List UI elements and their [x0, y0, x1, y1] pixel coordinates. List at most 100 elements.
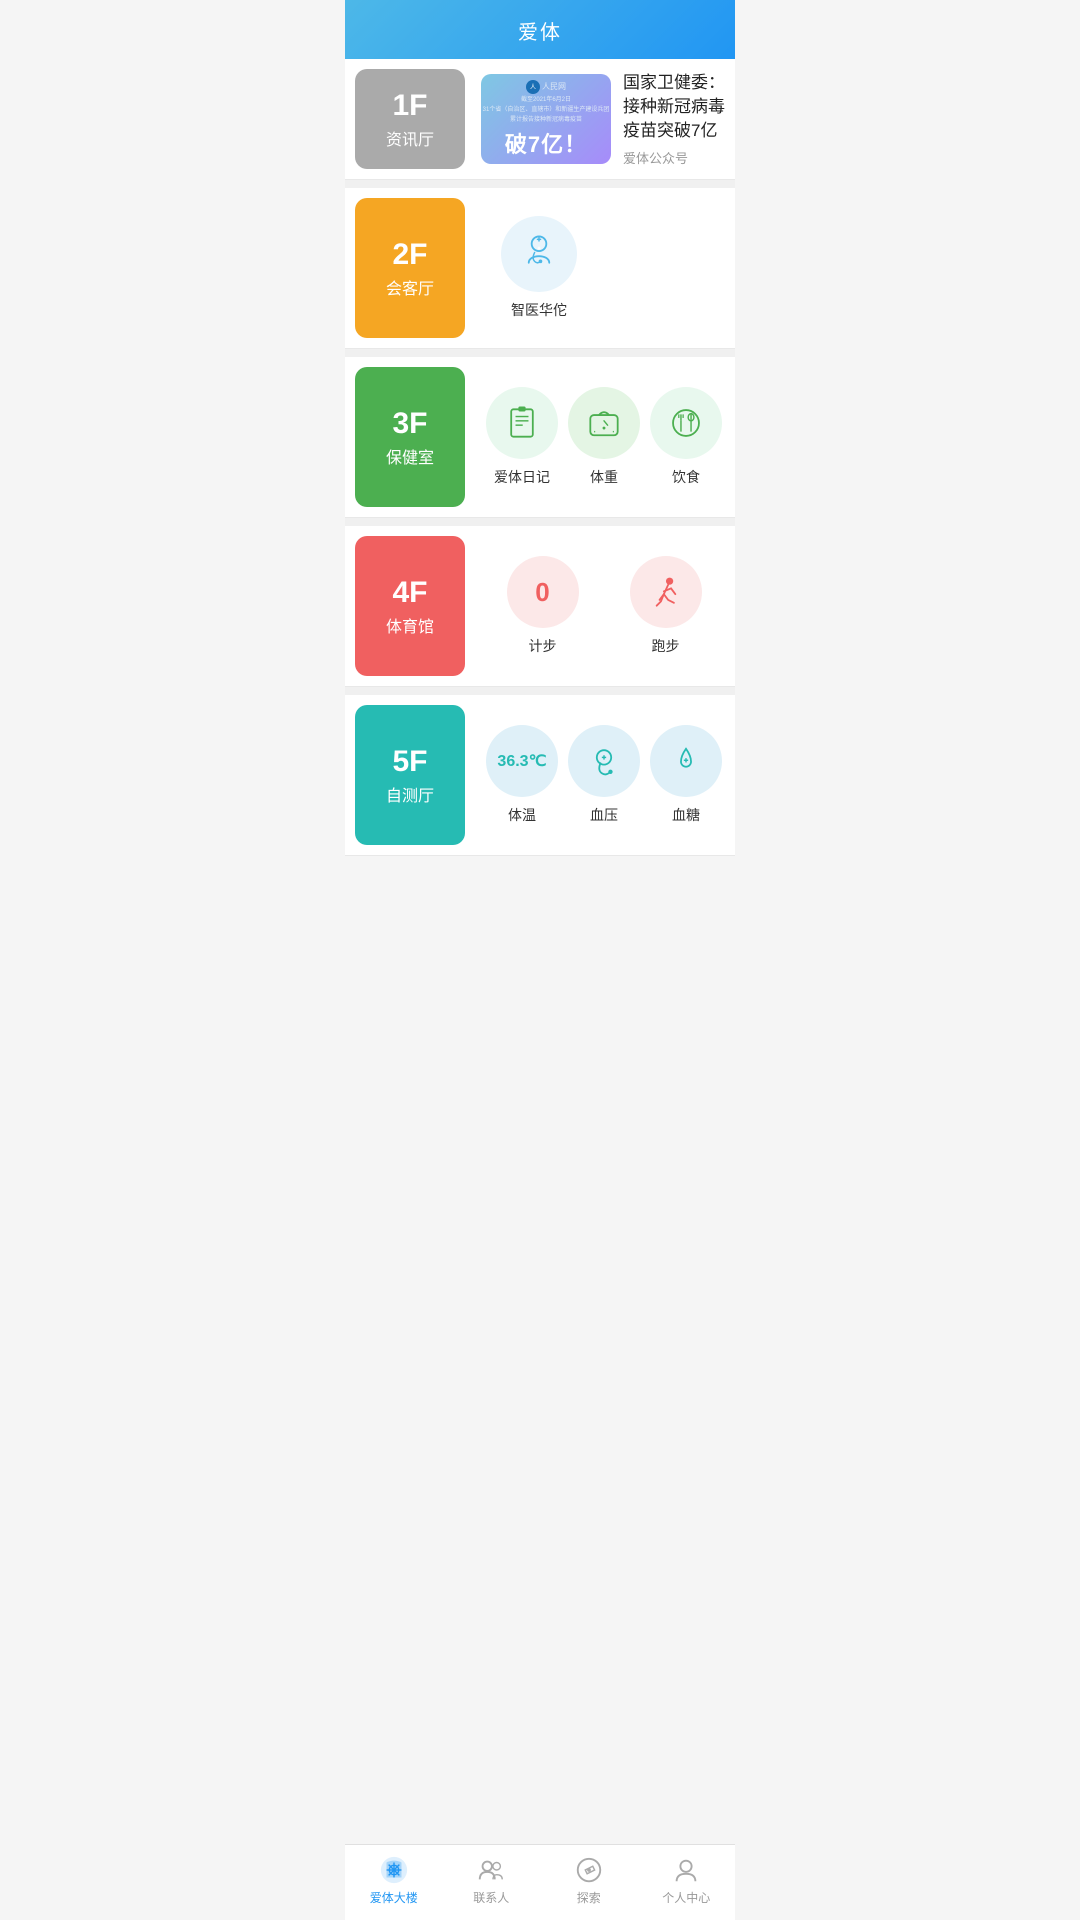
floor-4f-content: 0 计步 跑步 — [473, 526, 735, 686]
bloodsugar-item[interactable]: 血糖 — [645, 715, 727, 835]
floor-4f-num: 4F — [392, 576, 427, 609]
floor-5f-content: 36.3℃ 体温 血压 — [473, 695, 735, 855]
nav-item-building[interactable]: 爱体大楼 — [345, 1855, 443, 1906]
floor-4f-name: 体育馆 — [386, 613, 434, 637]
floor-3f-content: 爱体日记 体重 — [473, 357, 735, 517]
news-logo-text: 人民网 — [542, 81, 566, 92]
bloodpressure-icon-circle — [568, 725, 640, 797]
nav-explore-label: 探索 — [577, 1889, 601, 1906]
doctor-icon-circle — [501, 216, 577, 292]
temperature-item[interactable]: 36.3℃ 体温 — [481, 715, 563, 835]
explore-icon — [574, 1855, 604, 1885]
floor-2f-num: 2F — [392, 238, 427, 271]
contacts-nav-icon — [476, 1855, 506, 1885]
steps-item[interactable]: 0 计步 — [481, 546, 604, 666]
floor-1f: 1F 资讯厅 人 人民网 截至2021年6月2日 31个省（自治区、直辖市）和新… — [345, 59, 735, 180]
app-header: 爱体 — [345, 0, 735, 59]
weight-icon-circle — [568, 387, 640, 459]
floor-5f-label[interactable]: 5F 自测厅 — [355, 705, 465, 845]
nav-item-contacts[interactable]: 联系人 — [443, 1855, 541, 1906]
profile-icon — [671, 1855, 701, 1885]
diary-label: 爱体日记 — [494, 467, 550, 487]
floor-1f-label[interactable]: 1F 资讯厅 — [355, 69, 465, 169]
bloodsugar-icon — [668, 743, 704, 779]
run-item[interactable]: 跑步 — [604, 546, 727, 666]
building-nav-icon — [379, 1855, 409, 1885]
bottom-nav: 爱体大楼 联系人 探索 — [345, 1844, 735, 1920]
floor-2f-label[interactable]: 2F 会客厅 — [355, 198, 465, 338]
news-subtitle1: 截至2021年6月2日 — [521, 96, 571, 104]
news-subtitle2: 31个省（自治区、直辖市）和新疆生产建设兵团 — [483, 106, 610, 114]
weight-icon — [586, 405, 622, 441]
bottom-spacer — [345, 856, 735, 976]
steps-value: 0 — [535, 577, 549, 608]
zhiyi-label: 智医华佗 — [511, 300, 567, 320]
nav-contacts-label: 联系人 — [473, 1889, 509, 1906]
news-image: 人 人民网 截至2021年6月2日 31个省（自治区、直辖市）和新疆生产建设兵团… — [481, 74, 611, 164]
weight-label: 体重 — [590, 467, 618, 487]
bloodsugar-label: 血糖 — [672, 805, 700, 825]
temperature-value: 36.3℃ — [497, 751, 546, 771]
floor-1f-name: 资讯厅 — [386, 126, 434, 150]
news-subtitle3: 累计报告接种新冠病毒疫苗 — [510, 116, 582, 124]
divider-2 — [345, 349, 735, 357]
floor-3f-grid: 爱体日记 体重 — [481, 369, 727, 505]
floor-3f: 3F 保健室 爱体日记 — [345, 357, 735, 518]
contacts-icon — [476, 1855, 506, 1885]
diet-label: 饮食 — [672, 467, 700, 487]
steps-label: 计步 — [529, 636, 557, 656]
news-info: 国家卫健委：接种新冠病毒疫苗突破7亿 爱体公众号 — [623, 71, 727, 167]
divider-4 — [345, 687, 735, 695]
floor-4f-label[interactable]: 4F 体育馆 — [355, 536, 465, 676]
run-label: 跑步 — [652, 636, 680, 656]
news-source: 爱体公众号 — [623, 148, 727, 167]
diary-icon — [504, 405, 540, 441]
renminwang-icon: 人 — [526, 80, 540, 94]
nav-item-explore[interactable]: 探索 — [540, 1855, 638, 1906]
run-icon-circle — [630, 556, 702, 628]
temperature-label: 体温 — [508, 805, 536, 825]
run-icon — [648, 574, 684, 610]
diary-item[interactable]: 爱体日记 — [481, 377, 563, 497]
nav-building-label: 爱体大楼 — [370, 1889, 418, 1906]
news-logo-area: 人 人民网 — [526, 80, 566, 94]
news-card[interactable]: 人 人民网 截至2021年6月2日 31个省（自治区、直辖市）和新疆生产建设兵团… — [481, 71, 727, 167]
nav-profile-label: 个人中心 — [662, 1889, 710, 1906]
floor-3f-name: 保健室 — [386, 444, 434, 468]
bloodpressure-label: 血压 — [590, 805, 618, 825]
floor-2f: 2F 会客厅 智医华佗 — [345, 188, 735, 349]
weight-item[interactable]: 体重 — [563, 377, 645, 497]
floor-4f: 4F 体育馆 0 计步 — [345, 526, 735, 687]
floor-4f-grid: 0 计步 跑步 — [481, 538, 727, 674]
nav-item-profile[interactable]: 个人中心 — [638, 1855, 736, 1906]
floor-3f-label[interactable]: 3F 保健室 — [355, 367, 465, 507]
building-icon — [379, 1855, 409, 1885]
explore-nav-icon — [574, 1855, 604, 1885]
bloodpressure-item[interactable]: 血压 — [563, 715, 645, 835]
zhiyi-item[interactable]: 智医华佗 — [481, 200, 597, 336]
floor-5f: 5F 自测厅 36.3℃ 体温 — [345, 695, 735, 856]
floor-1f-num: 1F — [392, 89, 427, 122]
temperature-icon-circle: 36.3℃ — [486, 725, 558, 797]
news-big-text: 破7亿！ — [505, 127, 587, 159]
doctor-icon — [517, 232, 561, 276]
bloodpressure-icon — [586, 743, 622, 779]
floor-5f-num: 5F — [392, 745, 427, 778]
floor-2f-content: 智医华佗 — [473, 188, 735, 348]
divider-1 — [345, 180, 735, 188]
diary-icon-circle — [486, 387, 558, 459]
news-title: 国家卫健委：接种新冠病毒疫苗突破7亿 — [623, 71, 727, 142]
floor-5f-name: 自测厅 — [386, 782, 434, 806]
profile-nav-icon — [671, 1855, 701, 1885]
floor-5f-grid: 36.3℃ 体温 血压 — [481, 707, 727, 843]
diet-icon — [668, 405, 704, 441]
floor-3f-num: 3F — [392, 407, 427, 440]
diet-icon-circle — [650, 387, 722, 459]
bloodsugar-icon-circle — [650, 725, 722, 797]
floor-2f-name: 会客厅 — [386, 275, 434, 299]
steps-icon-circle: 0 — [507, 556, 579, 628]
floor-1f-content: 人 人民网 截至2021年6月2日 31个省（自治区、直辖市）和新疆生产建设兵团… — [473, 59, 735, 179]
app-title: 爱体 — [518, 22, 562, 44]
divider-3 — [345, 518, 735, 526]
diet-item[interactable]: 饮食 — [645, 377, 727, 497]
